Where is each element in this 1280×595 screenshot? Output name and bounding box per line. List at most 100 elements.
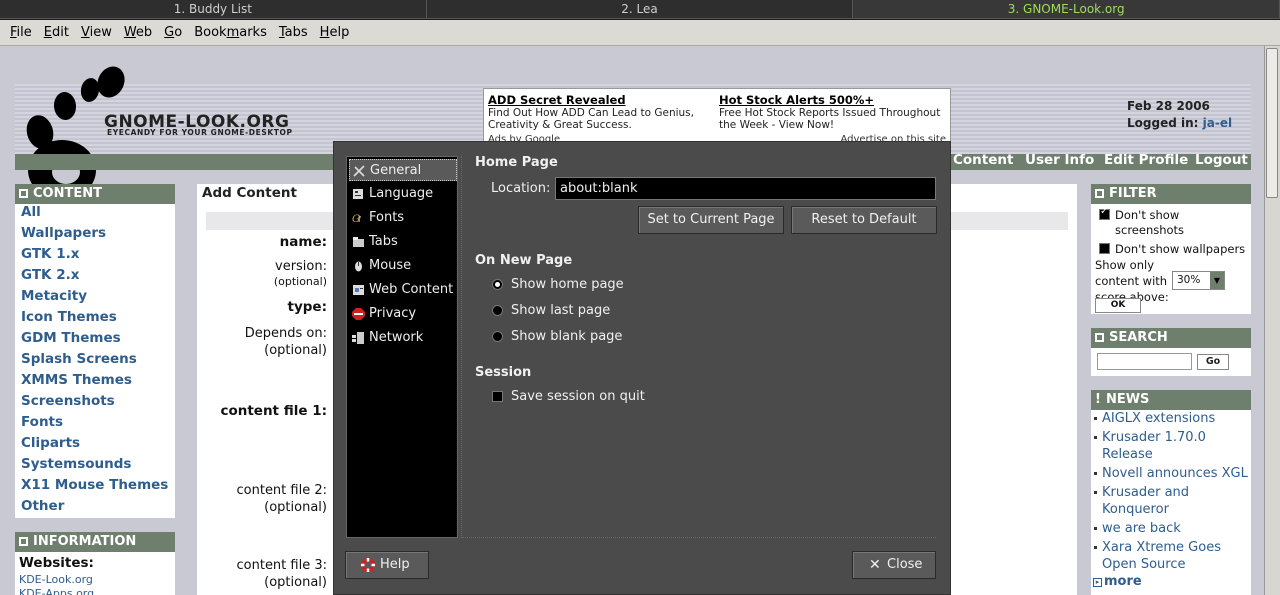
category-link[interactable]: Screenshots	[21, 393, 115, 409]
language-icon	[353, 189, 363, 199]
browser-menubar: File Edit View Web Go Bookmarks Tabs Hel…	[0, 20, 1280, 46]
category-link[interactable]: XMMS Themes	[21, 372, 132, 388]
fonts-icon: Gf	[352, 214, 361, 224]
date-login-box: Feb 28 2006 Logged in: ja-el	[1127, 98, 1232, 132]
bullet-icon	[1094, 491, 1097, 494]
close-x-icon: ✕	[869, 557, 881, 573]
category-network[interactable]: Network	[349, 327, 457, 349]
news-item[interactable]: Krusader 1.70.0 Release	[1102, 429, 1250, 463]
show-home-page-label[interactable]: Show home page	[511, 277, 624, 292]
menu-tabs[interactable]: Tabs	[273, 25, 314, 40]
category-link[interactable]: Fonts	[21, 414, 63, 430]
field-label-content-file-3: content file 3: (optional)	[236, 558, 328, 590]
save-session-label[interactable]: Save session on quit	[511, 389, 645, 404]
on-new-page-header: On New Page	[475, 253, 573, 268]
category-link[interactable]: Cliparts	[21, 435, 80, 451]
bullet-icon	[1094, 527, 1097, 530]
tools-icon	[353, 165, 365, 177]
filter-ok-button[interactable]: OK	[1095, 298, 1141, 313]
content-category-list: All Wallpapers GTK 1.x GTK 2.x Metacity …	[15, 204, 175, 518]
category-link[interactable]: Icon Themes	[21, 309, 117, 325]
no-wallpapers-checkbox[interactable]	[1099, 243, 1110, 254]
category-link[interactable]: Wallpapers	[21, 225, 106, 241]
information-box-header: INFORMATION	[15, 532, 175, 552]
search-go-button[interactable]: Go	[1197, 354, 1229, 370]
add-content-tab: Add Content	[197, 184, 327, 204]
news-item[interactable]: Xara Xtreme Goes Open Source	[1102, 539, 1250, 573]
page-scrollbar-thumb[interactable]	[1266, 48, 1278, 198]
ad-item-2[interactable]: Hot Stock Alerts 500%+ Free Hot Stock Re…	[719, 93, 944, 131]
nav-logout[interactable]: Logout	[1195, 152, 1248, 168]
bullet-icon	[1094, 436, 1097, 439]
no-screenshots-checkbox[interactable]: ✓	[1099, 206, 1110, 220]
news-item[interactable]: AIGLX extensions	[1102, 410, 1250, 427]
show-blank-page-radio[interactable]	[492, 331, 503, 342]
category-mouse[interactable]: Mouse	[349, 255, 457, 277]
home-page-header: Home Page	[475, 155, 558, 170]
news-item[interactable]: Novell announces XGL	[1102, 465, 1250, 482]
filter-box-header: FILTER	[1091, 184, 1251, 204]
category-language[interactable]: Language	[349, 183, 457, 205]
category-link[interactable]: GDM Themes	[21, 330, 121, 346]
reset-default-button[interactable]: Reset to Default	[791, 206, 937, 234]
window-tab-gnome-look[interactable]: 3. GNOME-Look.org	[853, 0, 1280, 19]
category-general[interactable]: General	[349, 159, 457, 181]
category-link[interactable]: All	[21, 204, 41, 220]
category-web-content[interactable]: Web Content	[349, 279, 457, 301]
home-page-location-input[interactable]: about:blank	[555, 177, 936, 200]
menu-file[interactable]: File	[4, 25, 38, 40]
window-tab-bar: 1. Buddy List 2. Lea 3. GNOME-Look.org	[0, 0, 1280, 20]
field-label-content-file-1: content file 1:	[220, 403, 327, 419]
category-link[interactable]: Splash Screens	[21, 351, 137, 367]
category-link[interactable]: Other	[21, 498, 64, 514]
search-input[interactable]	[1097, 353, 1192, 370]
preferences-category-list: General Language Gf Fonts Tabs Mouse Web…	[346, 156, 458, 538]
menu-view[interactable]: View	[75, 25, 118, 40]
menu-go[interactable]: Go	[158, 25, 188, 40]
ad-item-1[interactable]: ADD Secret Revealed Find Out How ADD Can…	[488, 93, 713, 131]
pane-separator	[461, 156, 464, 538]
show-last-page-radio[interactable]	[492, 305, 503, 316]
show-blank-page-label[interactable]: Show blank page	[511, 329, 622, 344]
menu-bookmarks[interactable]: Bookmarks	[188, 25, 273, 40]
logged-in-label: Logged in:	[1127, 116, 1199, 130]
close-button[interactable]: ✕ Close	[852, 551, 936, 579]
menu-help[interactable]: Help	[314, 25, 356, 40]
box-square-icon	[19, 189, 28, 198]
bullet-icon	[1094, 472, 1097, 475]
ad-title[interactable]: Hot Stock Alerts 500%+	[719, 93, 944, 107]
category-tabs[interactable]: Tabs	[349, 231, 457, 253]
show-last-page-label[interactable]: Show last page	[511, 303, 610, 318]
info-link[interactable]: KDE-Apps.org	[19, 587, 94, 595]
bullet-icon	[1094, 417, 1097, 420]
news-item[interactable]: we are back	[1102, 520, 1250, 537]
news-item[interactable]: Krusader and Konqueror	[1102, 484, 1250, 518]
category-link[interactable]: GTK 2.x	[21, 267, 79, 283]
score-select[interactable]: 30% ▼	[1172, 271, 1225, 290]
web-content-icon	[353, 285, 364, 295]
category-link[interactable]: Systemsounds	[21, 456, 131, 472]
news-more-link[interactable]: more	[1104, 574, 1142, 589]
help-button[interactable]: Help	[345, 551, 429, 579]
category-link[interactable]: Metacity	[21, 288, 87, 304]
set-current-page-button[interactable]: Set to Current Page	[638, 206, 784, 234]
ad-title[interactable]: ADD Secret Revealed	[488, 93, 713, 107]
info-link[interactable]: KDE-Look.org	[19, 573, 93, 586]
nav-content[interactable]: Content	[953, 152, 1013, 168]
save-session-checkbox[interactable]	[492, 391, 503, 402]
exclamation-icon: !	[1095, 392, 1101, 407]
nav-user-info[interactable]: User Info	[1025, 152, 1094, 168]
menu-edit[interactable]: Edit	[38, 25, 75, 40]
category-privacy[interactable]: Privacy	[349, 303, 457, 325]
show-home-page-radio[interactable]	[492, 279, 503, 290]
window-tab-buddy-list[interactable]: 1. Buddy List	[0, 0, 427, 19]
field-label-content-file-2: content file 2: (optional)	[236, 483, 328, 515]
category-fonts[interactable]: Gf Fonts	[349, 207, 457, 229]
category-link[interactable]: GTK 1.x	[21, 246, 79, 262]
window-tab-lea[interactable]: 2. Lea	[426, 0, 854, 19]
username-link[interactable]: ja-el	[1203, 116, 1232, 130]
tabs-icon	[353, 237, 364, 247]
menu-web[interactable]: Web	[118, 25, 158, 40]
mouse-icon	[355, 261, 362, 272]
nav-edit-profile[interactable]: Edit Profile	[1104, 152, 1188, 168]
